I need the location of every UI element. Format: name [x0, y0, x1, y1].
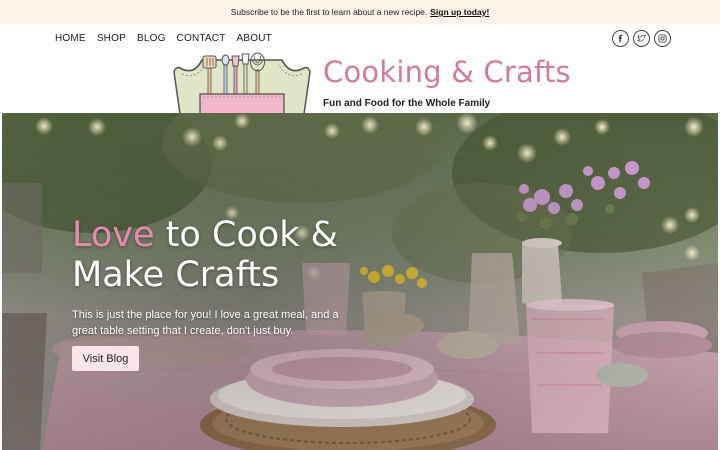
- nav-item-blog[interactable]: BLOG: [137, 33, 166, 44]
- nav-item-home[interactable]: HOME: [55, 33, 86, 44]
- logo-apron-icon[interactable]: [170, 52, 314, 114]
- nav-item-contact[interactable]: CONTACT: [177, 33, 226, 44]
- brand-tagline: Fun and Food for the Whole Family: [323, 98, 491, 109]
- visit-blog-button[interactable]: Visit Blog: [72, 346, 139, 371]
- brand-title[interactable]: Cooking & Crafts: [323, 55, 571, 89]
- hero-title-line1: to Cook &: [154, 215, 338, 255]
- announcement-text: Subscribe to be the first to learn about…: [230, 7, 428, 17]
- nav-item-shop[interactable]: SHOP: [97, 33, 126, 44]
- hero-title: Love to Cook & Make Crafts: [72, 215, 338, 295]
- hero-title-line2: Make Crafts: [72, 255, 280, 295]
- main-nav: HOME SHOP BLOG CONTACT ABOUT: [55, 33, 272, 44]
- nav-item-about[interactable]: ABOUT: [237, 33, 272, 44]
- hero-title-highlight: Love: [72, 215, 155, 255]
- hero-description: This is just the place for you! I love a…: [72, 309, 339, 337]
- social-links: [612, 30, 671, 47]
- twitter-icon[interactable]: [633, 30, 650, 47]
- announcement-bar: Subscribe to be the first to learn about…: [0, 0, 720, 24]
- instagram-icon[interactable]: [654, 30, 671, 47]
- facebook-icon[interactable]: [612, 30, 629, 47]
- signup-link[interactable]: Sign up today!: [430, 7, 489, 17]
- hero-banner: Love to Cook & Make Crafts This is just …: [2, 113, 718, 450]
